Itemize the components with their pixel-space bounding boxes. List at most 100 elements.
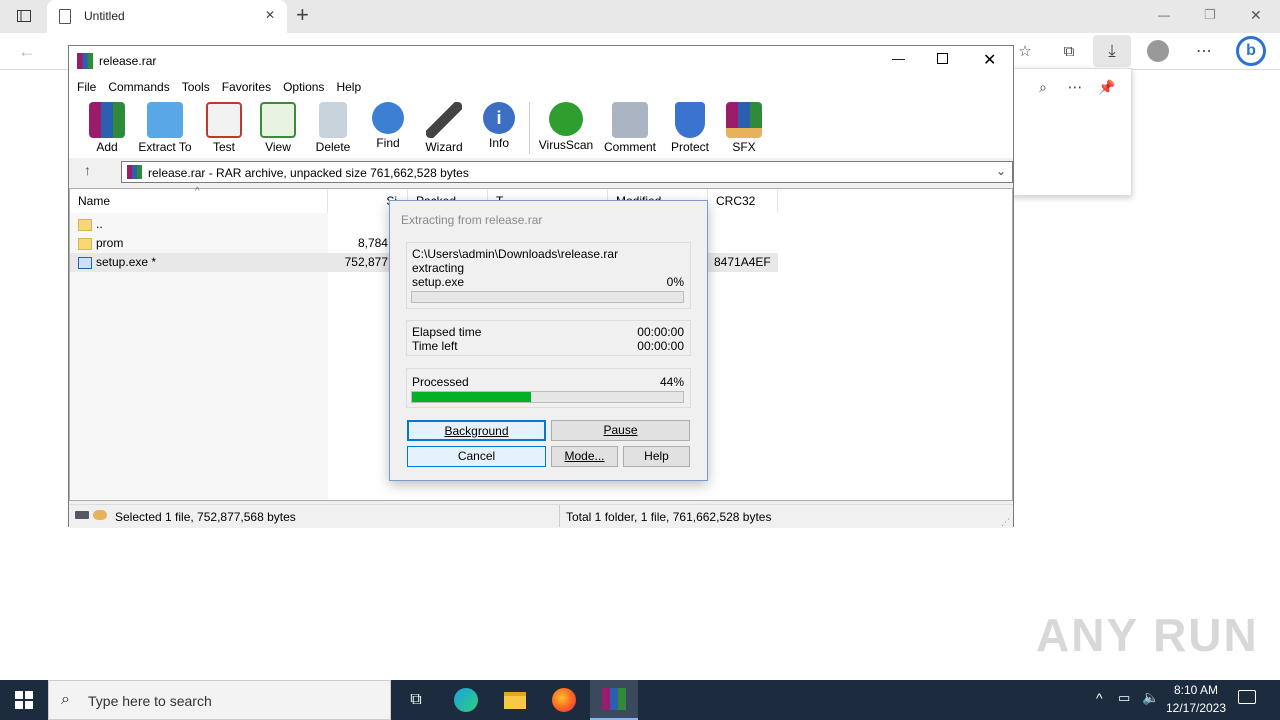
exe-file-icon [78,256,92,269]
back-icon[interactable]: ← [18,41,36,62]
tool-virusscan[interactable]: VirusScan [536,102,596,152]
col-crc32[interactable]: CRC32 [708,189,778,213]
sfx-box-icon [726,102,762,138]
tab-close-icon[interactable]: ✕ [265,8,275,22]
tool-label: Test [212,140,235,154]
tool-view[interactable]: View [248,102,308,154]
firefox-icon[interactable] [540,680,588,720]
file-explorer-icon[interactable] [491,680,539,720]
volume-icon[interactable]: 🔈 [1142,689,1159,706]
collections-icon[interactable]: ⧉ [1057,39,1081,63]
tab-actions-icon[interactable] [12,6,36,26]
elapsed-label: Elapsed time [412,325,482,339]
cancel-button[interactable]: Cancel [407,446,546,467]
clock-time[interactable]: 8:10 AM [1166,683,1226,697]
minimize-button[interactable]: — [1158,8,1170,22]
more-icon[interactable]: ⋯ [1065,77,1085,97]
mode-button[interactable]: Mode... [551,446,618,467]
tool-comment[interactable]: Comment [600,102,660,154]
tool-sfx[interactable]: SFX [714,102,774,154]
watermark: ANY RUN [1036,609,1259,661]
winrar-app-icon [77,53,93,69]
tool-label: Add [96,140,118,154]
tool-protect[interactable]: Protect [660,102,720,154]
tool-wizard[interactable]: Wizard [414,102,474,154]
downloads-panel: ⌕ ⋯ 📌 [1012,68,1132,196]
start-button[interactable] [0,680,48,720]
downloads-icon[interactable]: ⤓ [1093,35,1131,67]
settings-more-icon[interactable]: ⋯ [1192,39,1216,63]
pause-button[interactable]: Pause [551,420,690,441]
search-icon: ⌕ [61,691,70,708]
add-icon [89,102,125,138]
notification-icon[interactable] [1238,690,1256,704]
processed-group: Processed 44% [406,368,691,408]
restore-button[interactable]: ❐ [1204,7,1216,23]
winrar-titlebar: release.rar — ✕ [69,46,1013,76]
search-placeholder: Type here to search [88,693,212,709]
extract-folder-icon [147,102,183,138]
new-tab-button[interactable]: + [296,3,309,27]
timeleft-value: 00:00:00 [637,339,684,353]
close-button[interactable]: ✕ [1250,7,1262,24]
edge-icon[interactable] [442,680,490,720]
protect-shield-icon [675,102,705,138]
tool-label: Protect [670,140,709,154]
chevron-down-icon[interactable]: ⌄ [996,164,1006,178]
task-view-icon[interactable]: ⧉ [392,680,440,720]
tool-extract-to[interactable]: Extract To [135,102,195,154]
tab-title: Untitled [84,9,125,23]
page-icon [59,9,71,24]
winrar-maximize-button[interactable] [937,53,948,64]
windows-logo-icon [15,691,33,709]
tool-label: SFX [732,140,756,154]
processed-progress-bar [411,391,684,403]
browser-tab[interactable]: Untitled ✕ [47,0,287,33]
status-divider [559,505,560,527]
menu-favorites[interactable]: Favorites [216,76,277,98]
chevron-up-icon[interactable]: ^ [1096,690,1103,706]
search-icon[interactable]: ⌕ [1033,77,1053,97]
find-magnifier-icon [372,102,404,134]
menu-help[interactable]: Help [330,76,367,98]
wizard-wand-icon [426,102,462,138]
taskbar-search[interactable]: ⌕ Type here to search [48,680,391,720]
winrar-minimize-button[interactable]: — [892,51,905,66]
path-field[interactable]: release.rar - RAR archive, unpacked size… [121,161,1013,183]
network-icon[interactable]: ▭ [1118,690,1130,706]
up-arrow-icon[interactable]: ↑ [84,162,91,178]
toolbar-separator [529,102,530,154]
tool-find[interactable]: Find [358,102,418,150]
background-button[interactable]: Background [407,420,546,441]
favorites-icon[interactable]: ☆ [1013,39,1037,63]
comment-icon [612,102,648,138]
menu-tools[interactable]: Tools [176,76,216,98]
resize-grip-icon[interactable]: ⋰ [1001,511,1010,533]
menu-file[interactable]: File [71,76,102,98]
menu-options[interactable]: Options [277,76,330,98]
folder-icon [78,237,92,250]
menu-commands[interactable]: Commands [102,76,175,98]
status-bar: Selected 1 file, 752,877,568 bytes Total… [69,504,1013,528]
pin-icon[interactable]: 📌 [1097,77,1117,97]
clock-date[interactable]: 12/17/2023 [1162,701,1230,715]
profile-avatar[interactable] [1147,40,1169,62]
drive-icon [75,511,89,519]
tool-add[interactable]: Add [77,102,137,154]
folder-icon [78,218,92,231]
tool-label: Find [376,136,400,150]
tool-label: Wizard [425,140,463,154]
path-text: release.rar - RAR archive, unpacked size… [148,166,469,180]
help-button[interactable]: Help [623,446,690,467]
bing-icon[interactable]: b [1236,36,1266,66]
timeleft-label: Time left [412,339,458,353]
view-book-icon [260,102,296,138]
delete-trash-icon [319,102,347,138]
tool-label: Info [488,136,509,150]
tool-info[interactable]: i Info [469,102,529,150]
tool-delete[interactable]: Delete [303,102,363,154]
tool-test[interactable]: Test [194,102,254,154]
file-percent: 0% [666,275,684,289]
winrar-close-button[interactable]: ✕ [983,50,996,70]
winrar-taskbar-icon[interactable] [590,680,638,720]
